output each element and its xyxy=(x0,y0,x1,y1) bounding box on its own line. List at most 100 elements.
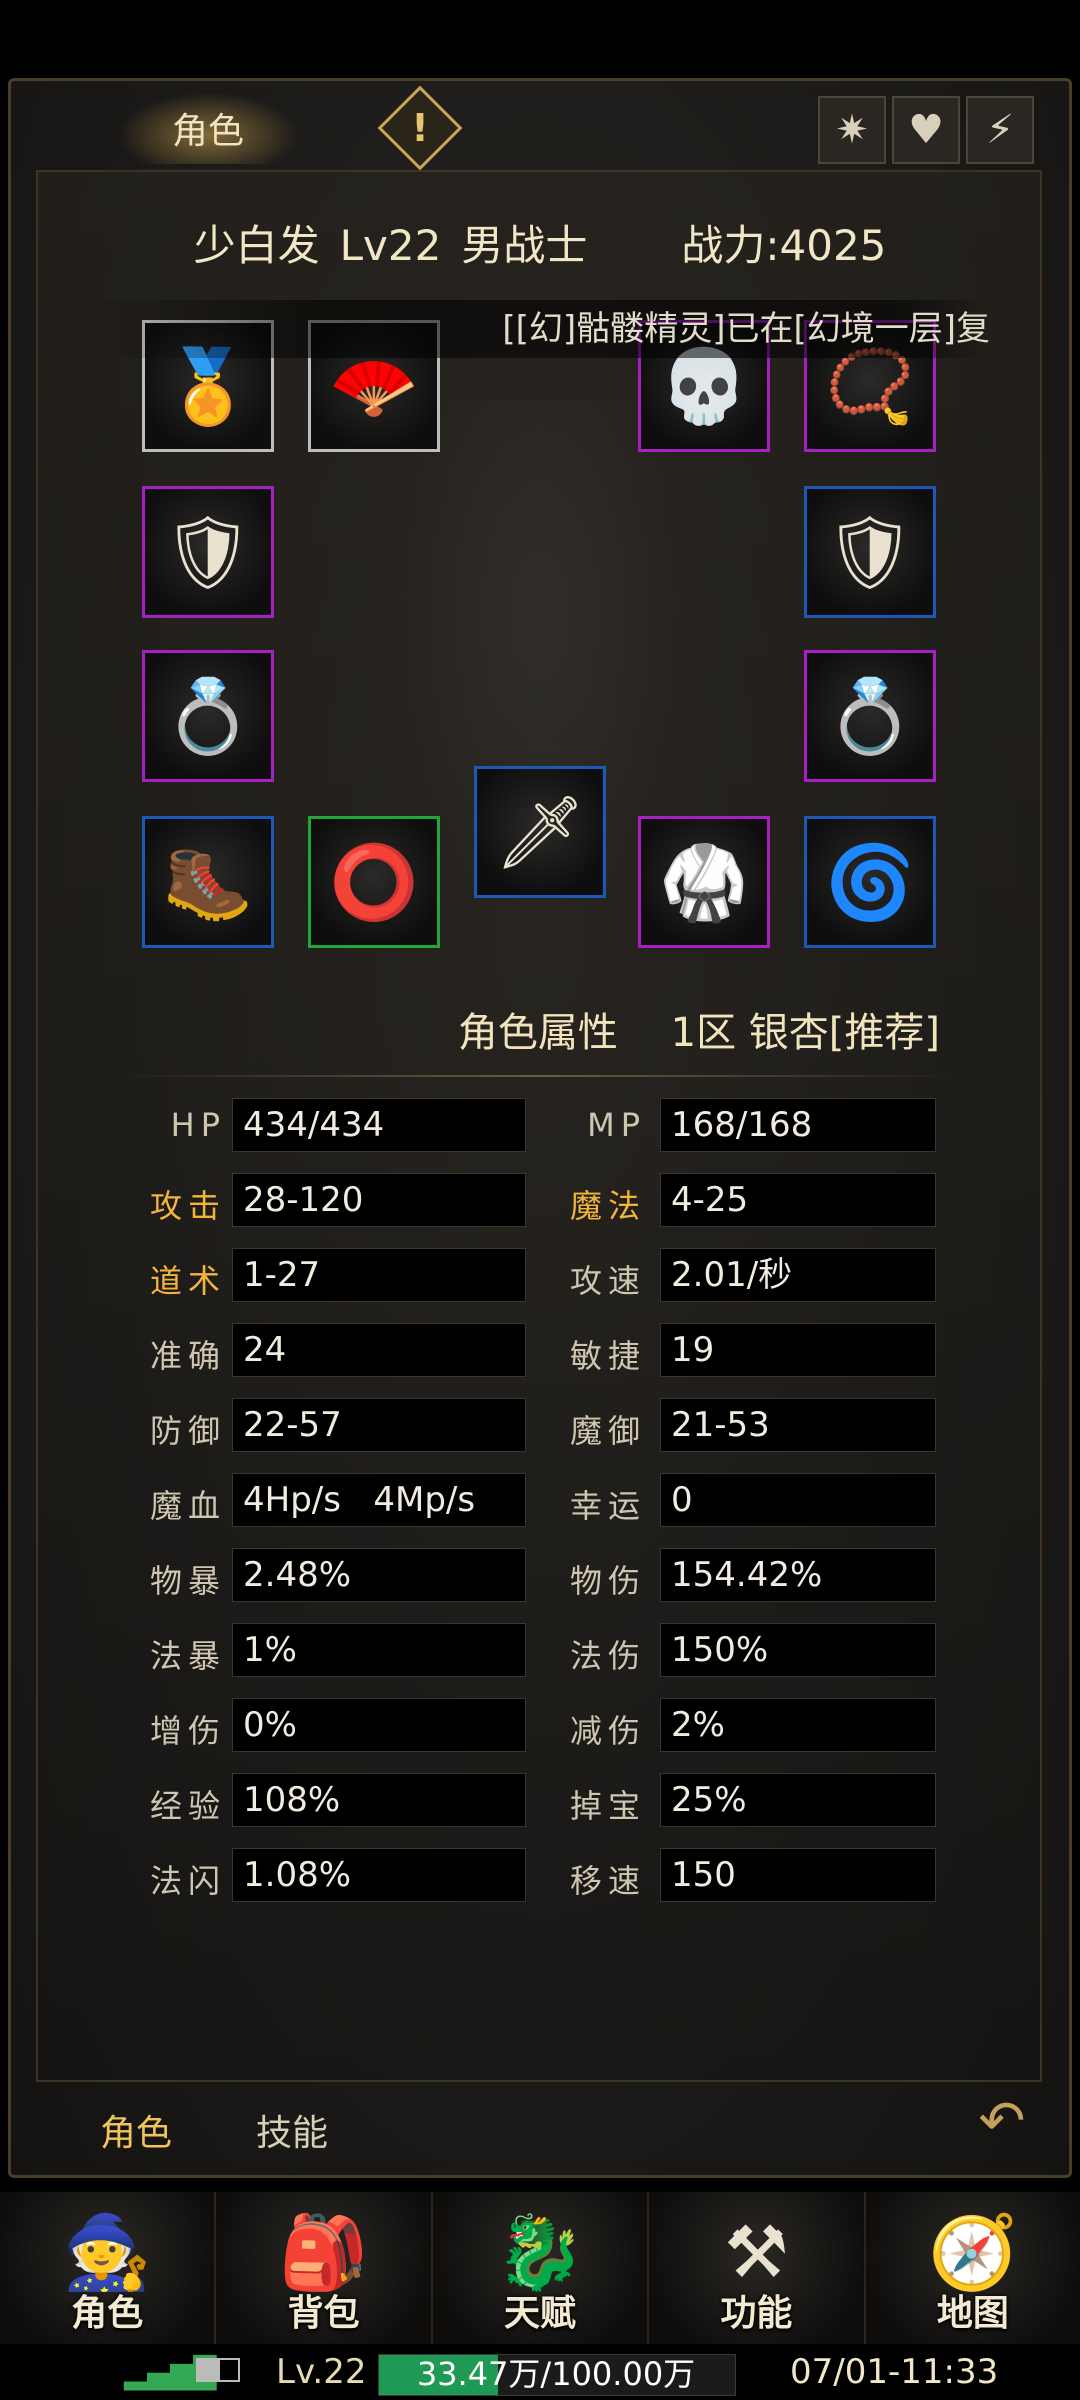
tab-character[interactable]: 角色 xyxy=(100,2104,172,2156)
stat-value: 24 xyxy=(232,1323,526,1377)
equip-slot-ring-left[interactable]: 💍 xyxy=(142,650,274,782)
combat-power: 战力:4025 xyxy=(681,221,887,270)
stat-label: 幸运 xyxy=(569,1487,646,1525)
nav-functions[interactable]: ⚒ 功能 xyxy=(649,2192,866,2344)
equip-slot-weapon[interactable]: 🗡 xyxy=(474,766,606,898)
player-level: Lv.22 xyxy=(276,2352,367,2392)
heart-icon[interactable]: ♥ xyxy=(892,96,960,164)
equip-slot-ring-right[interactable]: 💍 xyxy=(804,650,936,782)
nav-character[interactable]: 🧙 角色 xyxy=(0,2192,217,2344)
character-class: 男战士 xyxy=(461,221,588,270)
stat-label: 准确 xyxy=(149,1337,226,1375)
stat-label: 物暴 xyxy=(149,1562,226,1600)
stat-value: 154.42% xyxy=(660,1548,936,1602)
stat-value: 434/434 xyxy=(232,1098,526,1152)
bottom-nav: 🧙 角色 🎒 背包 🐉 天赋 ⚒ 功能 🧭 地图 xyxy=(0,2192,1080,2344)
armor-icon: 🥋 xyxy=(659,839,749,924)
stat-label: 敏捷 xyxy=(569,1337,646,1375)
sparkle-icon[interactable]: ✷ xyxy=(818,96,886,164)
equip-slot-armor[interactable]: 🥋 xyxy=(638,816,770,948)
nav-label: 功能 xyxy=(720,2293,793,2334)
compass-map-icon: 🧭 xyxy=(928,2210,1018,2294)
stat-label: 攻击 xyxy=(149,1187,226,1225)
anvil-icon: ⚒ xyxy=(724,2210,789,2294)
stat-value: 28-120 xyxy=(232,1173,526,1227)
equip-slot-boots[interactable]: 🥾 xyxy=(142,816,274,948)
stat-label: 增伤 xyxy=(149,1712,226,1750)
back-arrow-icon[interactable]: ↶ xyxy=(972,2092,1032,2152)
stat-value: 0 xyxy=(660,1473,936,1527)
stat-value: 1% xyxy=(232,1623,526,1677)
stat-label: 魔血 xyxy=(149,1487,226,1525)
attributes-title: 角色属性 xyxy=(457,1010,618,1056)
stat-label: 法闪 xyxy=(149,1862,226,1900)
lightning-icon[interactable]: ⚡ xyxy=(966,96,1034,164)
stat-value: 4Hp/s 4Mp/s xyxy=(232,1473,526,1527)
stat-label: 攻速 xyxy=(569,1262,646,1300)
tab-character-top[interactable]: 角色 xyxy=(118,92,298,164)
character-name: 少白发 xyxy=(193,221,320,270)
stat-label: 物伤 xyxy=(569,1562,646,1600)
tab-skills[interactable]: 技能 xyxy=(256,2104,328,2156)
stat-label: HP xyxy=(170,1106,226,1144)
system-ticker: [[幻]骷髅精灵]已在[幻境一层]复 xyxy=(90,300,990,358)
exp-text: 33.47万/100.00万 xyxy=(416,2355,696,2393)
stat-value: 4-25 xyxy=(660,1173,936,1227)
stat-value: 25% xyxy=(660,1773,936,1827)
clock: 07/01-11:33 xyxy=(790,2352,999,2392)
character-header: 少白发 Lv22 男战士 战力:4025 xyxy=(80,212,1000,273)
bracer-right-icon: 🛡 xyxy=(824,509,916,594)
equip-slot-belt[interactable]: ⭕ xyxy=(308,816,440,948)
stat-label: 魔法 xyxy=(569,1187,646,1225)
nav-label: 角色 xyxy=(71,2293,144,2334)
battery-icon xyxy=(196,2358,240,2382)
equip-slot-bracer-right[interactable]: 🛡 xyxy=(804,486,936,618)
ring-right-icon: 💍 xyxy=(825,673,915,758)
stat-value: 22-57 xyxy=(232,1398,526,1452)
nav-label: 背包 xyxy=(287,2293,360,2334)
bag-icon: 🎒 xyxy=(278,2210,369,2294)
nav-talent[interactable]: 🐉 天赋 xyxy=(432,2192,650,2344)
ring-left-icon: 💍 xyxy=(163,673,253,758)
stat-label: 减伤 xyxy=(569,1712,646,1750)
equip-slot-gem[interactable]: 🌀 xyxy=(804,816,936,948)
weapon-icon: 🗡 xyxy=(494,789,586,874)
nav-label: 地图 xyxy=(936,2293,1009,2334)
gem-icon: 🌀 xyxy=(825,839,915,924)
nav-map[interactable]: 🧭 地图 xyxy=(865,2192,1080,2344)
stat-label: 魔御 xyxy=(569,1412,646,1450)
stat-value: 150 xyxy=(660,1848,936,1902)
stat-value: 2.48% xyxy=(232,1548,526,1602)
stat-value: 2% xyxy=(660,1698,936,1752)
stat-label: 法伤 xyxy=(569,1637,646,1675)
attributes-header: 角色属性 1区 银杏[推荐] xyxy=(400,1000,940,1058)
ticker-text: [[幻]骷髅精灵]已在[幻境一层]复 xyxy=(502,309,990,349)
stat-value: 1.08% xyxy=(232,1848,526,1902)
stat-value: 19 xyxy=(660,1323,936,1377)
server-name: 1区 银杏[推荐] xyxy=(670,1010,940,1056)
stat-label: 道术 xyxy=(149,1262,226,1300)
stat-label: 防御 xyxy=(149,1412,226,1450)
character-level: Lv22 xyxy=(339,221,442,270)
stat-value: 21-53 xyxy=(660,1398,936,1452)
hooded-figure-icon: 🧙 xyxy=(62,2210,153,2294)
stat-value: 1-27 xyxy=(232,1248,526,1302)
stat-value: 2.01/秒 xyxy=(660,1248,936,1302)
stat-label: 经验 xyxy=(149,1787,226,1825)
stat-value: 150% xyxy=(660,1623,936,1677)
stat-label: 移速 xyxy=(569,1862,646,1900)
divider xyxy=(120,1075,960,1077)
belt-icon: ⭕ xyxy=(329,839,419,924)
dragon-emblem-icon: 🐉 xyxy=(495,2210,585,2294)
equip-slot-bracer-left[interactable]: 🛡 xyxy=(142,486,274,618)
stat-label: 掉宝 xyxy=(569,1787,646,1825)
stat-label: MP xyxy=(587,1106,646,1144)
boots-icon: 🥾 xyxy=(163,839,253,924)
nav-bag[interactable]: 🎒 背包 xyxy=(216,2192,433,2344)
bracer-left-icon: 🛡 xyxy=(162,509,254,594)
stat-value: 168/168 xyxy=(660,1098,936,1152)
stat-label: 法暴 xyxy=(149,1637,226,1675)
stat-value: 0% xyxy=(232,1698,526,1752)
warning-icon[interactable]: ! xyxy=(390,98,450,158)
stat-value: 108% xyxy=(232,1773,526,1827)
